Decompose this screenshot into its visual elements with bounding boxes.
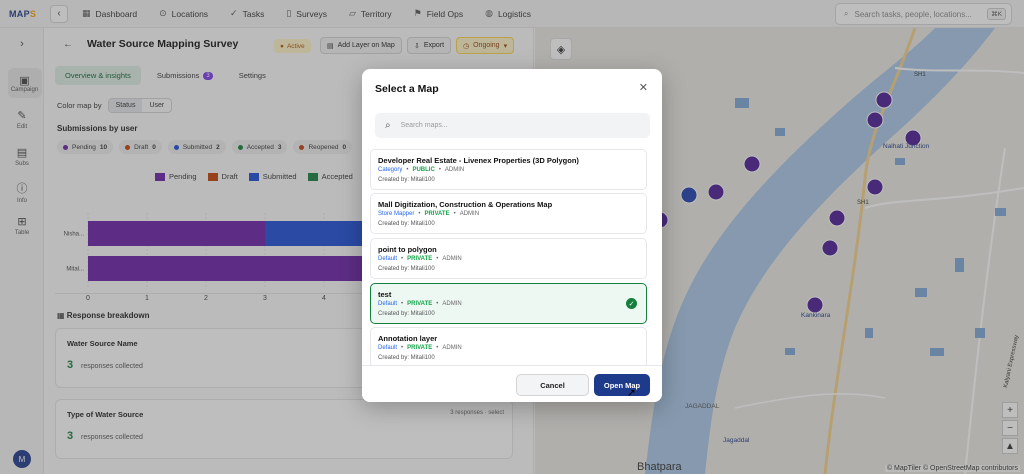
- map-meta: Default • PRIVATE • ADMIN: [378, 345, 462, 351]
- map-name: Mall Digitization, Construction & Operat…: [378, 200, 553, 209]
- map-created-by: Created by: Mitali100: [378, 221, 435, 227]
- close-button[interactable]: ✕: [639, 81, 648, 94]
- select-map-dialog: Select a Map ✕ ⌕ Search maps... Develope…: [362, 69, 662, 402]
- map-list[interactable]: Developer Real Estate - Livenex Properti…: [362, 149, 662, 365]
- map-list-item[interactable]: Developer Real Estate - Livenex Properti…: [370, 149, 647, 190]
- map-name: Developer Real Estate - Livenex Properti…: [378, 156, 579, 165]
- map-meta: Default • PRIVATE • ADMIN: [378, 256, 462, 262]
- map-list-item[interactable]: Mall Digitization, Construction & Operat…: [370, 193, 647, 234]
- map-meta: Default • PRIVATE • ADMIN: [378, 301, 462, 307]
- map-meta: Store Mapper • PRIVATE • ADMIN: [378, 211, 480, 217]
- map-list-item[interactable]: Annotation layer Default • PRIVATE • ADMIN…: [370, 327, 647, 365]
- map-created-by: Created by: Mitali100: [378, 266, 435, 272]
- dialog-footer: Cancel Open Map: [362, 365, 662, 402]
- cursor-icon: ➚: [627, 387, 637, 399]
- map-created-by: Created by: Mitali100: [378, 177, 435, 183]
- selected-check-icon: ✓: [626, 298, 637, 309]
- close-icon: ✕: [638, 82, 648, 94]
- map-created-by: Created by: Mitali100: [378, 355, 435, 361]
- map-created-by: Created by: Mitali100: [378, 311, 435, 317]
- dialog-title: Select a Map: [375, 83, 439, 95]
- open-map-button[interactable]: Open Map: [594, 374, 650, 396]
- map-search-input[interactable]: ⌕ Search maps...: [375, 113, 650, 138]
- map-meta: Category • PUBLIC • ADMIN: [378, 167, 465, 173]
- map-name: test: [378, 290, 392, 299]
- cancel-button[interactable]: Cancel: [516, 374, 589, 396]
- map-name: Annotation layer: [378, 334, 438, 343]
- map-name: point to polygon: [378, 245, 437, 254]
- map-list-item[interactable]: test Default • PRIVATE • ADMIN Created by:…: [370, 283, 647, 324]
- search-icon: ⌕: [385, 120, 391, 131]
- map-list-item[interactable]: point to polygon Default • PRIVATE • ADMIN…: [370, 238, 647, 279]
